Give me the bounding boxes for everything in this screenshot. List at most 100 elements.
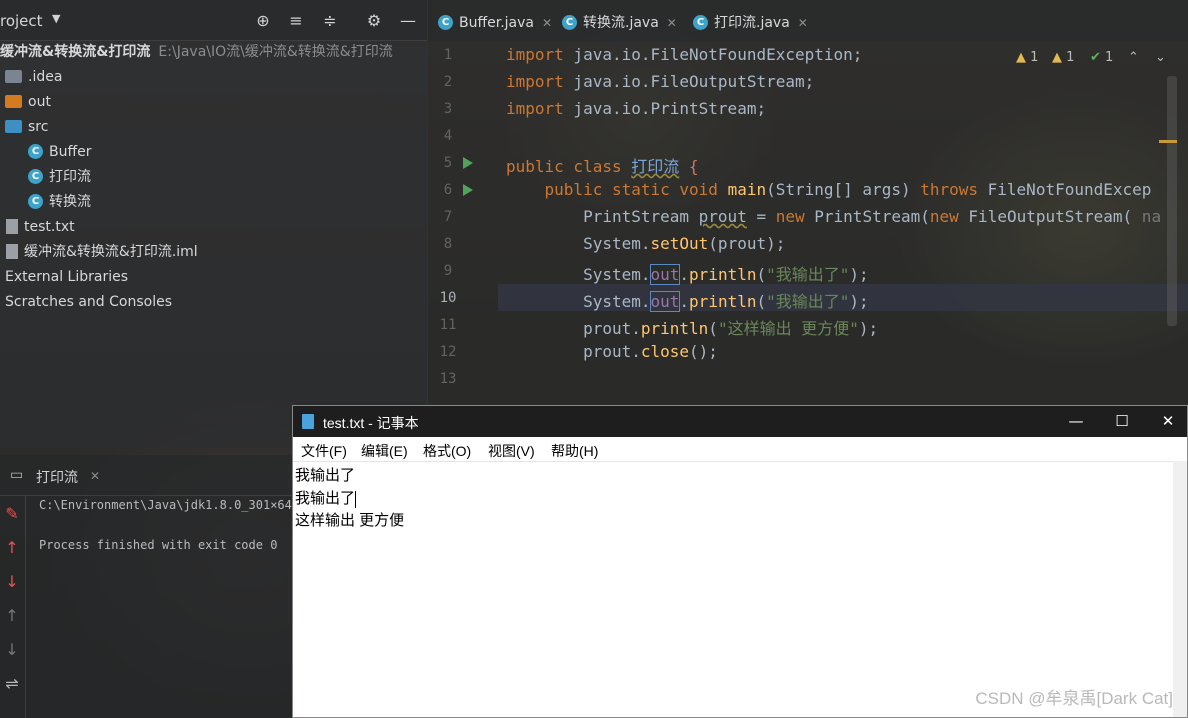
code-token: "我输出了" (766, 292, 850, 311)
notepad-window: test.txt - 记事本 — ☐ ✕ 文件(F) 编辑(E) 格式(O) 视… (292, 405, 1188, 718)
code-token: 打印流 (631, 157, 680, 176)
folder-icon (5, 94, 22, 108)
editor-scrollbar[interactable] (1167, 76, 1177, 326)
code-token: "我输出了" (766, 265, 850, 284)
weak-warning-icon: ▲ (1052, 50, 1062, 65)
weak-warning-count[interactable]: ▲ 1 (1052, 50, 1074, 65)
text-line: 这样输出 更方便 (295, 512, 405, 529)
code-token: main (727, 180, 767, 199)
tree-item-label: src (28, 119, 49, 135)
edit-icon[interactable]: ✎ (2, 504, 22, 523)
tab-buffer[interactable]: C Buffer.java ✕ (438, 0, 552, 42)
warning-stripe-marker[interactable] (1159, 140, 1177, 143)
line-number: 10 (439, 290, 457, 306)
notepad-scrollbar[interactable] (1173, 461, 1187, 717)
code-token: FileNotFoundExcep (978, 180, 1152, 199)
line-number: 2 (443, 74, 453, 90)
code-line-2: import java.io.FileOutputStream; (506, 72, 814, 91)
notepad-title-bar[interactable]: test.txt - 记事本 — ☐ ✕ (293, 406, 1187, 437)
code-token: close (640, 342, 690, 361)
editor-tab-bar: C Buffer.java ✕ C 转换流.java ✕ C 打印流.java ✕ (428, 0, 1188, 43)
project-view-dropdown[interactable]: ▼ (52, 12, 60, 25)
code-token: println (689, 265, 757, 284)
tab-convert-stream[interactable]: C 转换流.java ✕ (562, 0, 677, 42)
code-token: import (506, 99, 564, 118)
project-title[interactable]: roject (0, 12, 43, 30)
menu-help[interactable]: 帮助(H) (551, 441, 598, 461)
close-icon[interactable]: ✕ (90, 469, 100, 483)
next-highlight-icon[interactable]: ⌄ (1155, 50, 1166, 65)
code-token: public class (506, 157, 622, 176)
tree-item-out[interactable]: out (5, 90, 51, 115)
code-line-1: import java.io.FileNotFoundException; (506, 45, 862, 64)
code-token: new (929, 207, 959, 226)
expand-all-icon[interactable]: ≡ (286, 11, 306, 31)
menu-format[interactable]: 格式(O) (423, 441, 471, 461)
tree-item-label: .idea (28, 69, 63, 85)
run-tool-window: ▭ 打印流 ✕ ✎ ↑ ↓ ↑ ↓ ⇌ C:\Environment\Java\… (0, 455, 299, 718)
tree-item-print-stream[interactable]: C 打印流 (28, 165, 91, 190)
code-token: ( (708, 319, 718, 338)
tree-root[interactable]: 缓冲流&转换流&打印流 E:\Java\IO流\缓冲流&转换流&打印流 (0, 40, 393, 65)
prev-highlight-icon[interactable]: ⌃ (1128, 50, 1139, 65)
hide-panel-icon[interactable]: — (398, 11, 418, 31)
scroll-up-icon[interactable]: ↑ (2, 606, 22, 625)
tree-item-convert-stream[interactable]: C 转换流 (28, 190, 91, 215)
close-icon[interactable]: ✕ (798, 16, 808, 30)
project-toolbar: roject ▼ ⊕ ≡ ≑ ⚙ — (0, 0, 427, 41)
code-token: System. (583, 292, 651, 311)
tree-item-src[interactable]: src (5, 115, 48, 140)
tree-item-label: 转换流 (49, 194, 91, 210)
arrow-down-icon[interactable]: ↓ (2, 572, 22, 591)
java-class-icon: C (28, 193, 43, 209)
close-icon[interactable]: ✕ (667, 16, 677, 30)
line-number: 7 (443, 209, 453, 225)
collapse-all-icon[interactable]: ≑ (320, 11, 340, 31)
gear-icon[interactable]: ⚙ (364, 11, 384, 31)
tree-root-label: 缓冲流&转换流&打印流 (0, 44, 151, 60)
run-main-icon[interactable] (463, 184, 473, 196)
code-token: System. (583, 265, 651, 284)
tree-item-external-libraries[interactable]: External Libraries (5, 265, 128, 290)
java-class-icon: C (28, 168, 43, 184)
tab-print-stream[interactable]: C 打印流.java ✕ (693, 0, 808, 42)
code-token: prout. (583, 342, 641, 361)
notepad-text-area[interactable]: 我输出了 我输出了 这样输出 更方便 (293, 461, 1173, 718)
arrow-up-icon[interactable]: ↑ (2, 538, 22, 557)
ok-count[interactable]: ✔ 1 (1090, 50, 1113, 65)
tree-item-label: External Libraries (5, 269, 128, 285)
code-token: ( (756, 265, 767, 284)
warning-count[interactable]: ▲ 1 (1016, 50, 1038, 65)
close-icon[interactable]: ✕ (542, 16, 552, 30)
menu-file[interactable]: 文件(F) (301, 441, 347, 461)
code-token: = (746, 207, 776, 226)
tree-item-idea[interactable]: .idea (5, 65, 62, 90)
minimize-button[interactable]: — (1053, 406, 1099, 437)
tree-item-buffer[interactable]: C Buffer (28, 140, 92, 165)
maximize-button[interactable]: ☐ (1099, 406, 1145, 437)
project-panel: roject ▼ ⊕ ≡ ≑ ⚙ — 缓冲流&转换流&打印流 E:\Java\IO… (0, 0, 428, 448)
locate-icon[interactable]: ⊕ (253, 11, 273, 31)
code-token: ); (849, 265, 869, 284)
code-line-10: System.out.println("我输出了"); (506, 288, 869, 312)
code-token: prout (698, 207, 747, 226)
menu-view[interactable]: 视图(V) (488, 441, 535, 461)
warning-count-value: 1 (1030, 50, 1039, 65)
code-line-5: public class 打印流 { (506, 153, 699, 177)
scroll-down-icon[interactable]: ↓ (2, 640, 22, 659)
tree-item-scratches[interactable]: Scratches and Consoles (5, 290, 172, 315)
tree-item-label: 缓冲流&转换流&打印流.iml (24, 244, 198, 260)
java-class-icon: C (28, 143, 43, 159)
soft-wrap-icon[interactable]: ⇌ (2, 674, 22, 693)
code-editor[interactable]: 1 2 3 4 5 6 7 8 9 10 11 12 13 ▲ 1 ▲ 1 ✔ … (428, 42, 1188, 404)
run-tab-label[interactable]: 打印流 (36, 467, 78, 487)
code-token: ); (849, 292, 869, 311)
tree-item-iml[interactable]: 缓冲流&转换流&打印流.iml (6, 240, 198, 265)
menu-edit[interactable]: 编辑(E) (361, 441, 408, 461)
tree-item-test-txt[interactable]: test.txt (6, 215, 75, 240)
close-button[interactable]: ✕ (1145, 406, 1188, 437)
code-line-3: import java.io.PrintStream; (506, 99, 766, 118)
code-token: (String[] args) (766, 180, 921, 199)
warning-icon: ▲ (1016, 50, 1026, 65)
run-class-icon[interactable] (463, 157, 473, 169)
